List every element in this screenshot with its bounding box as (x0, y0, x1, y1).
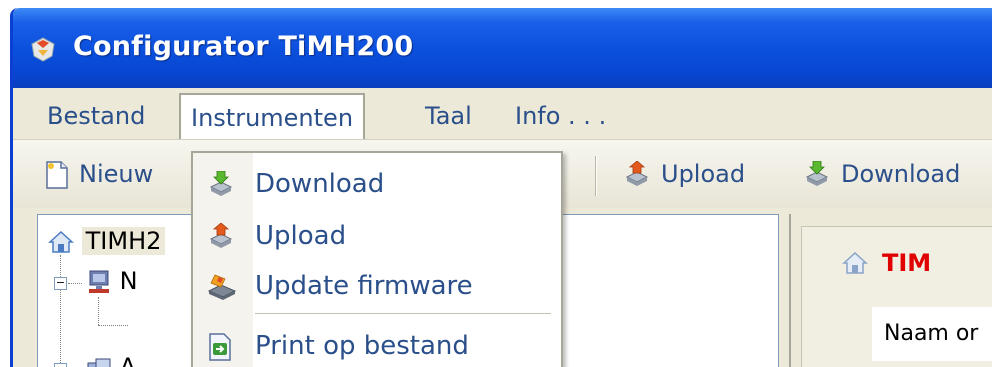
toolbar-download-label: Download (841, 160, 961, 188)
menu-taal[interactable]: Taal (415, 93, 482, 139)
tree-root-label: TIMH2 (81, 227, 166, 255)
menu-instrumenten[interactable]: Instrumenten (179, 93, 366, 141)
app-shield-icon (31, 37, 55, 62)
tree-node-network-label: N (119, 267, 138, 295)
menu-item-download[interactable]: Download (193, 159, 561, 209)
toolbar-download-button[interactable]: Download (803, 154, 960, 194)
tree-line (60, 255, 61, 367)
upload-icon (625, 161, 649, 186)
menu-item-print-to-file[interactable]: Print op bestand (193, 321, 561, 367)
menu-bestand[interactable]: Bestand (37, 93, 155, 139)
window-title: Configurator TiMH200 (73, 31, 414, 62)
tree-node-second[interactable]: A (86, 353, 136, 367)
download-icon (209, 171, 233, 196)
toolbar-upload-button[interactable]: Upload (623, 154, 745, 194)
download-icon (805, 161, 829, 186)
menu-item-print-to-file-label: Print op bestand (255, 331, 469, 361)
title-bar[interactable]: Configurator TiMH200 (13, 8, 992, 88)
new-document-icon (46, 161, 68, 189)
details-card: TIM Naam or (801, 226, 992, 367)
menu-item-upload[interactable]: Upload (193, 211, 561, 261)
details-panel: TIM Naam or (789, 214, 992, 367)
menu-item-update-firmware-label: Update firmware (255, 271, 473, 301)
toolbar-upload-label: Upload (661, 160, 746, 188)
devices-icon (87, 358, 111, 367)
menu-item-update-firmware[interactable]: Update firmware (193, 261, 561, 311)
app-window: Configurator TiMH200 Bestand Instrumente… (10, 8, 992, 367)
instrumenten-dropdown: Download Upload Update firmware Print op… (191, 151, 563, 367)
menu-bar: Bestand Instrumenten Taal Info . . . (13, 88, 992, 141)
network-computer-icon (89, 270, 109, 293)
toolbar-divider (595, 156, 596, 196)
expander-minus-icon[interactable]: − (54, 277, 67, 290)
menu-info[interactable]: Info . . . (505, 93, 616, 139)
dropdown-separator (255, 313, 551, 314)
tree-node-network[interactable]: N (86, 267, 138, 295)
tree-line (68, 283, 82, 284)
expander-minus-icon[interactable]: − (54, 363, 67, 367)
tree-root[interactable]: TIMH2 (48, 227, 166, 255)
tree-line (98, 297, 99, 325)
menu-item-upload-label: Upload (255, 221, 347, 251)
print-to-file-icon (209, 333, 231, 361)
details-title: TIM (882, 249, 932, 277)
tree-node-second-label: A (119, 353, 137, 367)
update-firmware-icon (207, 274, 237, 300)
upload-icon (209, 223, 233, 248)
tree-line (98, 325, 128, 326)
home-icon (842, 251, 868, 274)
home-icon (48, 230, 74, 253)
new-button[interactable]: Nieuw (45, 154, 153, 194)
name-field[interactable]: Naam or (872, 307, 992, 361)
new-button-label: Nieuw (79, 160, 154, 188)
menu-item-download-label: Download (255, 169, 385, 199)
